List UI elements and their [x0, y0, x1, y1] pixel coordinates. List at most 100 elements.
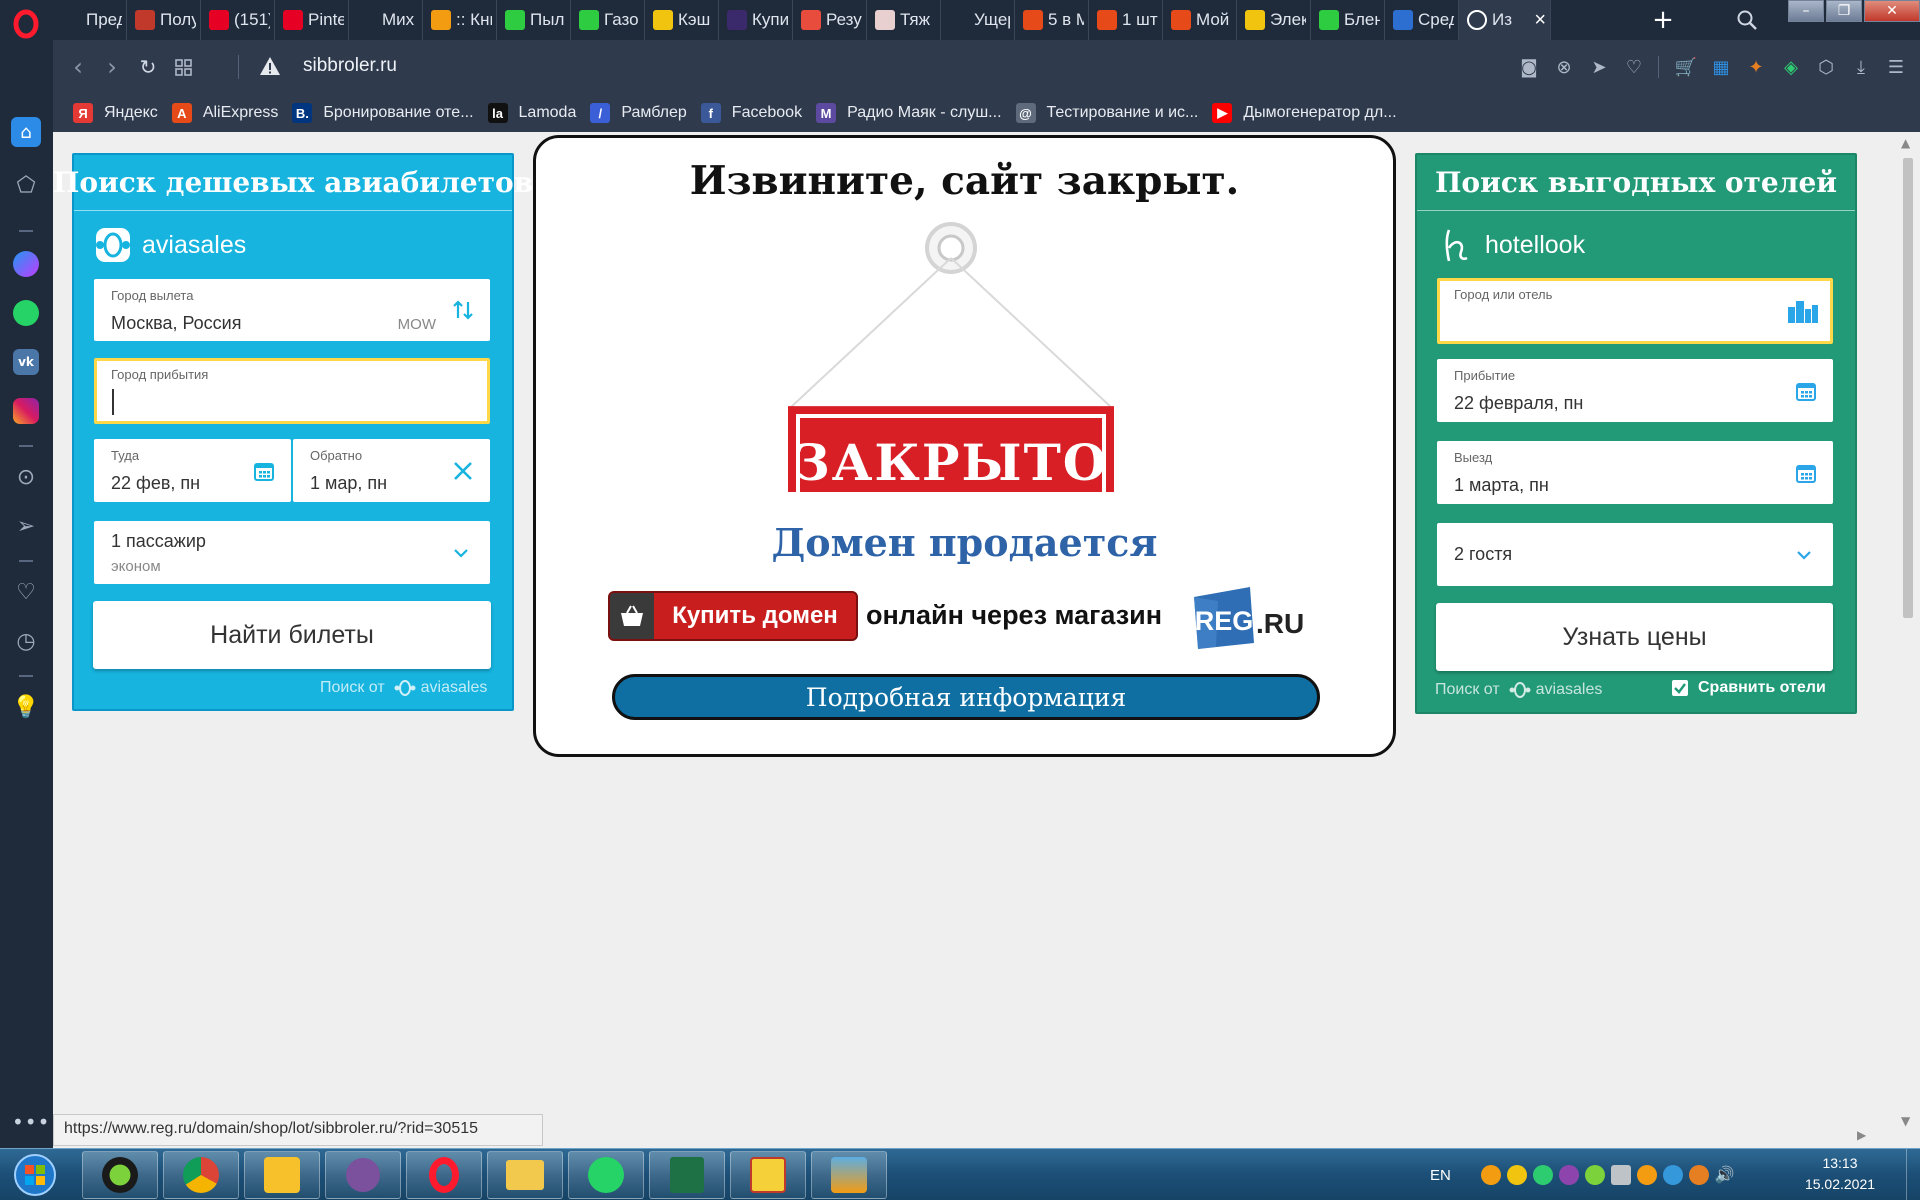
origin-value[interactable]: Москва, Россия	[111, 313, 241, 334]
buy-domain-button[interactable]: Купить домен	[608, 591, 858, 641]
arrival-date-field[interactable]: Прибытие 22 февраля, пн	[1437, 359, 1833, 422]
browser-tab[interactable]: Полу	[127, 0, 201, 40]
origin-field[interactable]: Город вылета Москва, Россия MOW	[94, 279, 490, 341]
taskbar-app-1c[interactable]	[730, 1151, 806, 1199]
taskbar-app-viber[interactable]	[325, 1151, 401, 1199]
instagram-icon[interactable]	[11, 396, 41, 426]
chevron-down-icon[interactable]	[1793, 544, 1815, 566]
browser-tab[interactable]: Кэш	[645, 0, 719, 40]
camera-icon[interactable]: ◙	[1515, 53, 1543, 81]
start-button[interactable]	[5, 1150, 65, 1200]
browser-tab[interactable]: Купи	[719, 0, 793, 40]
easy-setup-icon[interactable]: ☰	[1882, 53, 1910, 81]
bookmark-item[interactable]: @ Тестирование и ис...	[1015, 103, 1198, 123]
chevron-down-icon[interactable]	[450, 542, 472, 564]
player-icon[interactable]: ⊙	[11, 462, 41, 492]
cube-icon[interactable]: ⬡	[1812, 53, 1840, 81]
bookmark-item[interactable]: B. Бронирование оте...	[292, 103, 474, 123]
scroll-right-icon[interactable]: ▶	[1857, 1128, 1866, 1142]
speed-dial-icon[interactable]: ⌂	[11, 117, 41, 147]
taskbar-app-tool[interactable]	[811, 1151, 887, 1199]
hotels-powered-by[interactable]: Поиск от aviasales	[1435, 679, 1602, 701]
vpn-extension-icon[interactable]: ◈	[1777, 53, 1805, 81]
taskbar-app-excel[interactable]	[649, 1151, 725, 1199]
browser-tab[interactable]: Пыл	[497, 0, 571, 40]
browser-tab[interactable]: Ущер	[941, 0, 1015, 40]
tray-viber-icon[interactable]	[1558, 1165, 1579, 1185]
tab-search-icon[interactable]	[1735, 8, 1759, 32]
bookmark-item[interactable]: / Рамблер	[590, 103, 687, 123]
guests-select[interactable]: 2 гостя	[1437, 523, 1833, 586]
volume-icon[interactable]: 🔊	[1715, 1165, 1735, 1185]
clock[interactable]: 13:13 15.02.2021	[1790, 1153, 1890, 1195]
tray-network-icon[interactable]	[1610, 1165, 1631, 1185]
new-tab-button[interactable]: +	[1650, 7, 1676, 33]
tray-icq-icon[interactable]	[1584, 1165, 1605, 1185]
browser-tab[interactable]: 5 в М	[1015, 0, 1089, 40]
scroll-up-icon[interactable]: ▲	[1901, 136, 1910, 150]
tray-power-icon[interactable]	[1636, 1165, 1657, 1185]
browser-tab[interactable]: Пред	[53, 0, 127, 40]
taskbar-app-explorer[interactable]	[487, 1151, 563, 1199]
browser-tab[interactable]: Сред	[1385, 0, 1459, 40]
tray-chat-icon[interactable]	[1662, 1165, 1683, 1185]
find-tickets-button[interactable]: Найти билеты	[93, 601, 491, 669]
scroll-down-icon[interactable]: ▼	[1901, 1114, 1910, 1128]
browser-tab[interactable]: Из ×	[1459, 0, 1551, 40]
show-desktop-button[interactable]	[1906, 1149, 1920, 1200]
browser-tab[interactable]: Мой	[1163, 0, 1237, 40]
bookmark-item[interactable]: ▶ Дымогенератор дл...	[1212, 103, 1397, 123]
bookmark-item[interactable]: f Facebook	[700, 103, 802, 123]
sidebar-more-icon[interactable]: •••	[12, 1110, 49, 1134]
tray-update-icon[interactable]	[1688, 1165, 1709, 1185]
return-date-field[interactable]: Обратно 1 мар, пн	[293, 439, 490, 502]
passengers-select[interactable]: 1 пассажир эконом	[94, 521, 490, 584]
browser-tab[interactable]: :: Кни	[423, 0, 497, 40]
taskbar-app-whatsapp[interactable]	[568, 1151, 644, 1199]
calendar-icon[interactable]	[1793, 378, 1819, 404]
browser-tab[interactable]: 1 шт	[1089, 0, 1163, 40]
minimize-button[interactable]: –	[1788, 0, 1824, 22]
tray-bat-icon[interactable]	[1506, 1165, 1527, 1185]
maximize-button[interactable]: ❐	[1826, 0, 1862, 22]
check-prices-button[interactable]: Узнать цены	[1436, 603, 1833, 671]
bookmark-item[interactable]: Я Яндекс	[73, 103, 158, 123]
browser-tab[interactable]: Резу	[793, 0, 867, 40]
bookmark-item[interactable]: A AliExpress	[171, 103, 278, 123]
opera-logo-icon[interactable]	[6, 6, 46, 42]
hotel-city-field[interactable]: Город или отель	[1437, 278, 1833, 344]
url-text[interactable]: sibbroler.ru	[303, 55, 397, 77]
heart-icon[interactable]: ♡	[1620, 53, 1648, 81]
lightbulb-icon[interactable]: 💡	[11, 692, 41, 722]
swap-icon[interactable]	[450, 297, 476, 323]
language-indicator[interactable]: EN	[1430, 1167, 1451, 1184]
reload-button[interactable]: ↻	[135, 54, 161, 80]
whatsapp-icon[interactable]	[11, 298, 41, 328]
close-tab-icon[interactable]: ×	[1534, 9, 1546, 32]
my-flow-icon[interactable]: ➢	[11, 511, 41, 541]
calendar-extension-icon[interactable]: ▦	[1707, 53, 1735, 81]
browser-tab[interactable]: Тяж	[867, 0, 941, 40]
bookmarks-heart-icon[interactable]: ♡	[11, 577, 41, 607]
browser-tab[interactable]: Мих	[349, 0, 423, 40]
extensions-icon[interactable]: ⬠	[11, 170, 41, 200]
tabs-grid-icon[interactable]	[171, 54, 197, 80]
browser-tab[interactable]: Газо	[571, 0, 645, 40]
vertical-scrollbar[interactable]: ▲ ▼	[1896, 132, 1920, 1148]
send-icon[interactable]: ➤	[1585, 53, 1613, 81]
browser-tab[interactable]: (151)	[201, 0, 275, 40]
extension-icon[interactable]: ✦	[1742, 53, 1770, 81]
flights-powered-by[interactable]: Поиск от aviasales	[320, 677, 487, 699]
checkbox-checked-icon[interactable]	[1672, 680, 1688, 696]
more-info-button[interactable]: Подробная информация	[612, 674, 1320, 720]
departure-date-field[interactable]: Выезд 1 марта, пн	[1437, 441, 1833, 504]
regru-logo[interactable]: REG .RU	[1188, 583, 1328, 651]
back-button[interactable]: ‹	[65, 54, 91, 80]
messenger-icon[interactable]	[11, 249, 41, 279]
warning-icon[interactable]	[258, 54, 282, 78]
bookmark-item[interactable]: la Lamoda	[487, 103, 576, 123]
window-close-button[interactable]: ✕	[1864, 0, 1920, 22]
browser-tab[interactable]: Блен	[1311, 0, 1385, 40]
block-icon[interactable]: ⊗	[1550, 53, 1578, 81]
scrollbar-thumb[interactable]	[1903, 158, 1913, 618]
